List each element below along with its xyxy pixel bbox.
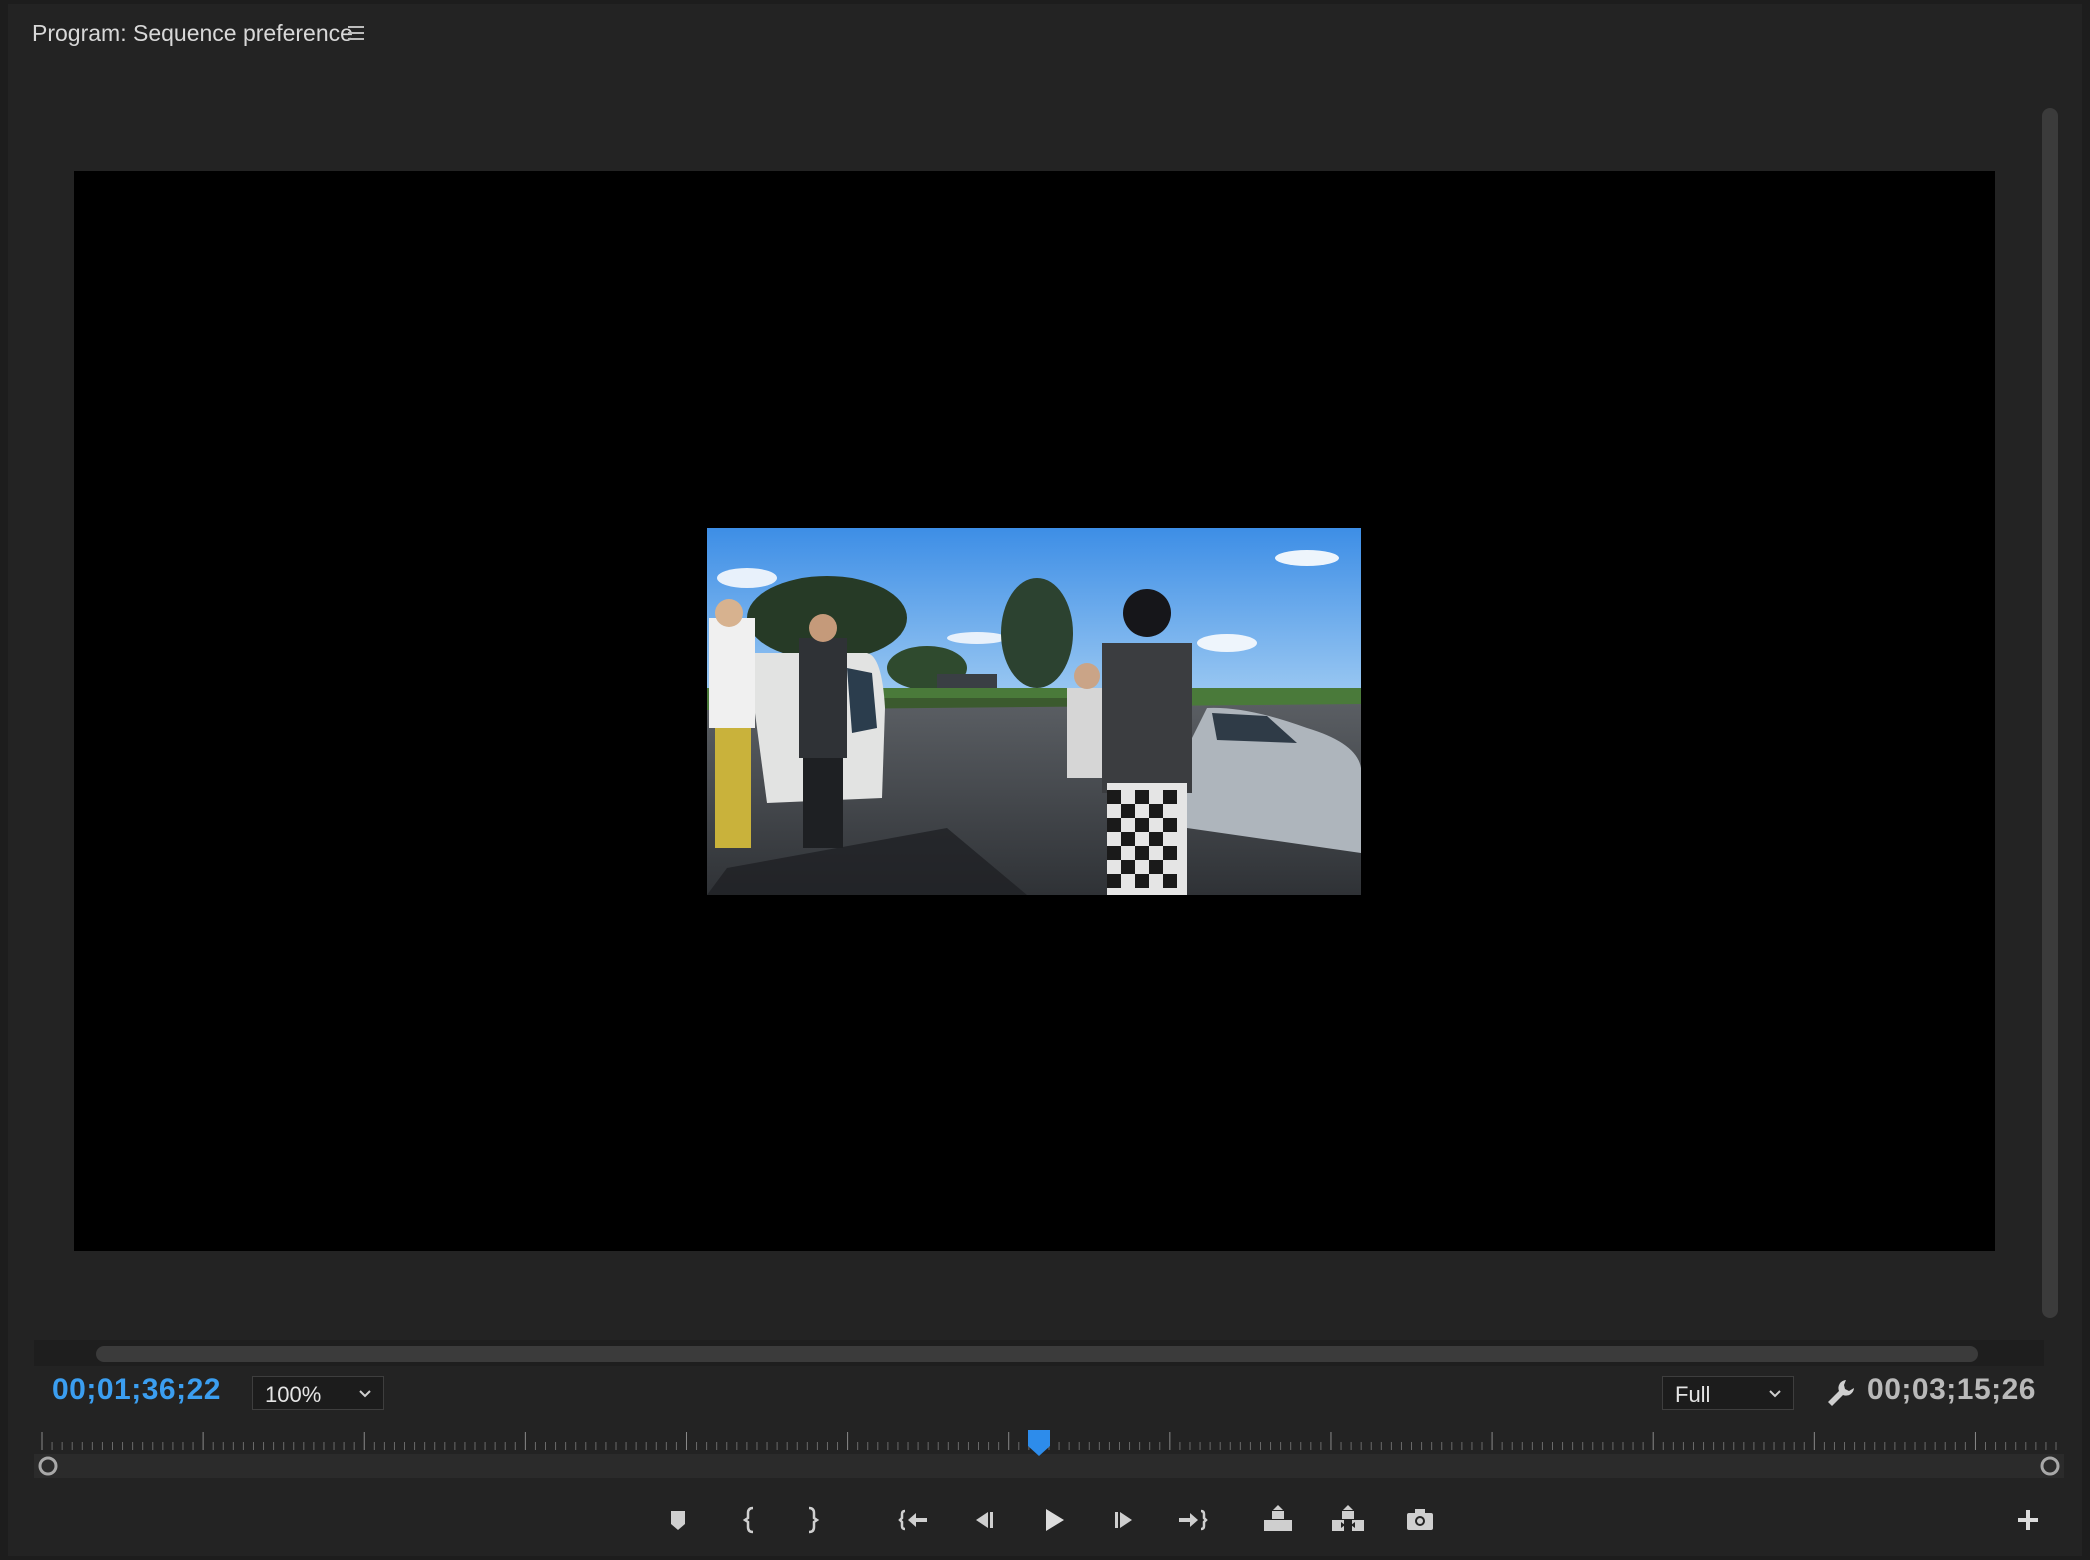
plus-icon — [2018, 1510, 2038, 1530]
horizontal-scrollbar[interactable] — [34, 1340, 2044, 1366]
button-editor-button[interactable] — [2008, 1500, 2048, 1540]
playback-resolution-select[interactable]: Full — [1662, 1376, 1794, 1410]
chevron-down-icon — [1769, 1390, 1781, 1398]
step-forward-button[interactable] — [1104, 1500, 1144, 1540]
add-marker-button[interactable] — [658, 1500, 698, 1540]
time-ruler[interactable] — [34, 1428, 2064, 1486]
program-monitor-panel: Program: Sequence preference 00;01;36;22… — [8, 4, 2082, 1556]
play-icon — [1046, 1509, 1064, 1531]
lift-icon — [1264, 1505, 1292, 1531]
extract-button[interactable] — [1328, 1500, 1368, 1540]
video-frame — [707, 528, 1361, 895]
duration-timecode: 00;03;15;26 — [1867, 1373, 2036, 1406]
zoom-level-value: 100% — [265, 1382, 322, 1407]
program-viewer[interactable] — [74, 171, 1995, 1251]
panel-header: Program: Sequence preference — [8, 4, 2082, 60]
extract-icon — [1332, 1505, 1364, 1531]
mark-out-button[interactable] — [792, 1500, 832, 1540]
horizontal-scrollbar-thumb[interactable] — [96, 1346, 1978, 1362]
go-to-in-button[interactable] — [894, 1500, 934, 1540]
mark-out-icon — [808, 1506, 820, 1534]
marker-icon — [671, 1511, 685, 1530]
playhead-marker-icon[interactable] — [1024, 1428, 1054, 1458]
play-button[interactable] — [1034, 1500, 1074, 1540]
wrench-icon[interactable] — [1824, 1376, 1858, 1410]
transport-controls — [8, 1500, 2082, 1544]
out-handle-icon[interactable] — [2040, 1456, 2060, 1476]
hamburger-icon[interactable] — [348, 26, 364, 40]
vertical-scrollbar-thumb[interactable] — [2042, 108, 2058, 1318]
vertical-scrollbar[interactable] — [2038, 92, 2062, 1332]
panel-title: Program: Sequence preference — [32, 20, 353, 46]
mark-in-button[interactable] — [730, 1500, 770, 1540]
playback-resolution-value: Full — [1675, 1382, 1711, 1407]
camera-icon — [1407, 1509, 1433, 1530]
step-back-button[interactable] — [964, 1500, 1004, 1540]
in-handle-icon[interactable] — [38, 1456, 58, 1476]
zoom-level-select[interactable]: 100% — [252, 1376, 384, 1410]
go-to-out-icon — [1179, 1509, 1208, 1531]
playhead-timecode[interactable]: 00;01;36;22 — [52, 1373, 221, 1407]
mark-in-icon — [742, 1506, 754, 1534]
chevron-down-icon — [359, 1390, 371, 1398]
go-to-in-icon — [898, 1509, 927, 1531]
step-back-icon — [976, 1512, 993, 1528]
export-frame-button[interactable] — [1400, 1500, 1440, 1540]
go-to-out-button[interactable] — [1172, 1500, 1212, 1540]
lift-button[interactable] — [1258, 1500, 1298, 1540]
step-forward-icon — [1115, 1512, 1132, 1528]
